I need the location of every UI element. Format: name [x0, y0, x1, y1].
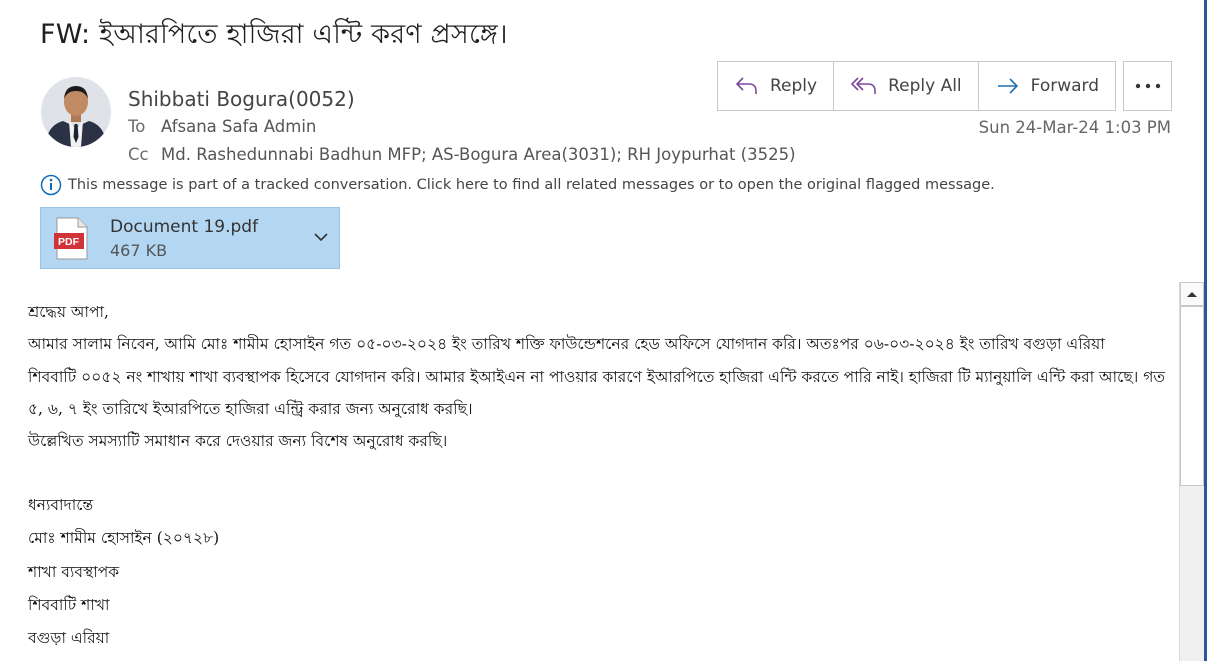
- body-line: আমার সালাম নিবেন, আমি মোঃ শামীম হোসাইন গ…: [28, 335, 1105, 353]
- pdf-type-label: PDF: [58, 236, 79, 248]
- info-icon: [40, 174, 62, 196]
- to-recipients[interactable]: Afsana Safa Admin: [161, 117, 316, 136]
- closing-text: ধন্যবাদান্তে: [28, 496, 94, 514]
- attachment-card[interactable]: PDF Document 19.pdf 467 KB: [40, 207, 340, 269]
- forward-icon: [997, 78, 1018, 94]
- forward-button[interactable]: Forward: [979, 62, 1115, 110]
- sender-name[interactable]: Shibbati Bogura(0052): [128, 87, 355, 111]
- forward-label: Forward: [1030, 76, 1100, 96]
- body-line: শিববাটি ০০৫২ নং শাখায় শাখা ব্যবস্থাপক হ…: [28, 368, 1166, 386]
- scroll-up-icon: [1187, 292, 1197, 297]
- avatar: [41, 77, 111, 147]
- reply-all-icon: [850, 77, 876, 94]
- more-icon: [1135, 83, 1160, 89]
- chevron-down-icon[interactable]: [313, 231, 329, 243]
- more-actions-button[interactable]: [1123, 61, 1172, 111]
- body-greeting: শ্রদ্ধেয় আপা,: [28, 303, 109, 321]
- reply-button[interactable]: Reply: [718, 62, 835, 110]
- attachment-size: 467 KB: [110, 241, 168, 260]
- reply-all-button[interactable]: Reply All: [834, 62, 979, 110]
- reply-label: Reply: [770, 76, 818, 96]
- reply-all-label: Reply All: [888, 76, 962, 96]
- cc-row: Cc Md. Rashedunnabi Badhun MFP; AS-Bogura…: [128, 145, 796, 164]
- scrollbar-thumb[interactable]: [1180, 306, 1204, 486]
- body-line: উল্লেখিত সমস্যাটি সমাধান করে দেওয়ার জন্…: [28, 432, 448, 450]
- signature-title: শাখা ব্যবস্থাপক: [28, 563, 120, 581]
- cc-recipients[interactable]: Md. Rashedunnabi Badhun MFP; AS-Bogura A…: [161, 145, 796, 164]
- vertical-scrollbar[interactable]: [1179, 282, 1204, 661]
- reply-icon: [735, 77, 757, 94]
- message-body: শ্রদ্ধেয় আপা, আমার সালাম নিবেন, আমি মোঃ…: [28, 296, 1168, 655]
- cc-label: Cc: [128, 145, 149, 164]
- signature-name: মোঃ শামীম হোসাইন (২০৭২৮): [28, 529, 220, 547]
- to-label: To: [128, 117, 146, 136]
- to-row: To Afsana Safa Admin: [128, 117, 316, 136]
- sent-date: Sun 24-Mar-24 1:03 PM: [978, 118, 1171, 137]
- body-line: ৫, ৬, ৭ ইং তারিখে ইআরপিতে হাজিরা এন্ট্রি…: [28, 400, 473, 418]
- attachment-name: Document 19.pdf: [110, 217, 259, 237]
- signature-area: বগুড়া এরিয়া: [28, 629, 110, 647]
- message-actions: Reply Reply All Forward: [717, 61, 1117, 111]
- scroll-up-button[interactable]: [1180, 282, 1204, 306]
- signature-branch: শিববাটি শাখা: [28, 596, 110, 614]
- tracked-conversation-info[interactable]: This message is part of a tracked conver…: [40, 174, 995, 196]
- message-subject: FW: ইআরপিতে হাজিরা এন্টি করণ প্রসঙ্গে।: [40, 19, 508, 50]
- info-text: This message is part of a tracked conver…: [68, 177, 995, 193]
